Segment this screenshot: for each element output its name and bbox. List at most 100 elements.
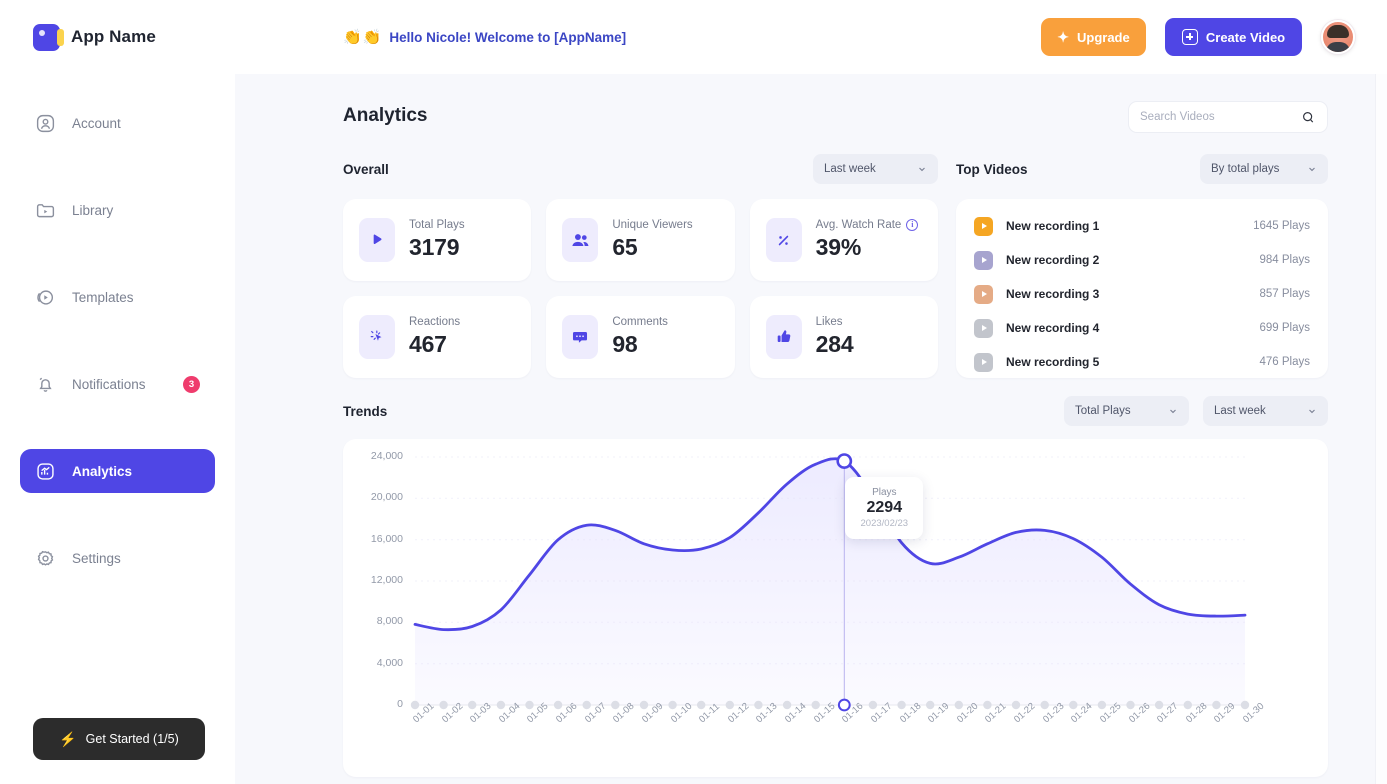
sidebar-item-label: Notifications (72, 376, 146, 392)
sidebar-item-library[interactable]: Library (20, 188, 215, 232)
users-icon (562, 218, 599, 262)
video-thumbnail-icon (974, 352, 993, 372)
stat-value: 65 (612, 234, 638, 260)
stat-card-likes[interactable]: Likes 284 (749, 296, 938, 378)
sidebar-item-templates[interactable]: Templates (20, 275, 215, 319)
account-icon (35, 113, 56, 134)
percent-icon (765, 218, 802, 262)
list-item[interactable]: New recording 1 1645 Plays (974, 209, 1310, 243)
stat-value: 98 (612, 331, 638, 357)
trends-metric-value: Total Plays (1075, 405, 1131, 417)
tooltip-value: 2294 (866, 499, 903, 517)
brand-name: App Name (71, 27, 156, 46)
main-wrap: Analytics Overall (235, 74, 1387, 784)
brand[interactable]: App Name (0, 23, 235, 51)
video-thumbnail-icon (974, 318, 993, 338)
chevron-down-icon (1168, 406, 1178, 416)
header-actions: ✦ Upgrade Create Video (1041, 18, 1387, 56)
analytics-icon (35, 461, 56, 482)
sparkle-icon: ✦ (1057, 29, 1069, 45)
stat-card-comments[interactable]: Comments 98 (546, 296, 735, 378)
stat-label: Avg. Watch Rate i (816, 219, 919, 231)
stat-card-reactions[interactable]: Reactions 467 (343, 296, 532, 378)
chevron-down-icon (1307, 406, 1317, 416)
search-box[interactable] (1128, 101, 1328, 133)
sidebar-item-label: Account (72, 115, 121, 131)
greeting: 👏👏 Hello Nicole! Welcome to [AppName] (343, 28, 626, 46)
search-input[interactable] (1140, 111, 1301, 123)
y-axis-tick: 20,000 (370, 491, 403, 504)
create-video-button[interactable]: Create Video (1165, 18, 1302, 56)
title-row: Analytics (343, 101, 1328, 154)
video-name: New recording 2 (1006, 253, 1100, 267)
y-axis-tick: 12,000 (370, 574, 403, 586)
trends-range-value: Last week (1214, 405, 1266, 417)
info-icon[interactable]: i (906, 219, 919, 231)
video-plays: 857 Plays (1259, 288, 1310, 300)
sidebar-item-label: Library (72, 202, 114, 218)
trends-metric-dropdown[interactable]: Total Plays (1064, 396, 1189, 426)
trends-title: Trends (343, 403, 388, 419)
top-videos-header: Top Videos By total plays (956, 154, 1328, 184)
get-started-label: Get Started (1/5) (85, 732, 179, 746)
y-axis-tick: 8,000 (376, 615, 403, 628)
stat-label: Unique Viewers (612, 219, 693, 231)
stat-label: Comments (612, 316, 668, 328)
library-icon (35, 200, 56, 221)
bell-icon (35, 374, 56, 395)
sidebar-item-analytics[interactable]: Analytics (20, 449, 215, 493)
right-gutter (1375, 74, 1387, 784)
stat-value: 284 (815, 331, 854, 357)
stat-label: Total Plays (409, 219, 465, 231)
list-item[interactable]: New recording 3 857 Plays (974, 277, 1310, 311)
click-icon (359, 315, 395, 359)
video-name: New recording 3 (1006, 287, 1100, 301)
upgrade-button[interactable]: ✦ Upgrade (1041, 18, 1146, 56)
stat-card-total-plays[interactable]: Total Plays 3179 (343, 199, 532, 281)
chevron-down-icon (917, 164, 927, 174)
bolt-icon: ⚡ (59, 731, 77, 747)
clapping-hands-icon: 👏👏 (343, 29, 383, 46)
chevron-down-icon (1307, 164, 1317, 174)
columns: Overall Last week Total Plays 3179 Uniqu… (343, 154, 1328, 378)
chart-tooltip: Plays 2294 2023/02/23 (845, 477, 924, 540)
stat-value: 467 (409, 331, 447, 357)
play-icon (359, 218, 395, 262)
chart-canvas (410, 453, 1250, 712)
top-videos-list: New recording 1 1645 Plays New recording… (956, 199, 1328, 378)
video-plays: 699 Plays (1259, 322, 1310, 334)
get-started-button[interactable]: ⚡ Get Started (1/5) (33, 718, 205, 760)
search-icon[interactable] (1301, 110, 1316, 125)
list-item[interactable]: New recording 2 984 Plays (974, 243, 1310, 277)
thumbs-up-icon (765, 315, 802, 359)
stat-label: Likes (815, 316, 843, 328)
video-name: New recording 5 (1006, 355, 1100, 369)
top-videos-sort-dropdown[interactable]: By total plays (1200, 154, 1328, 184)
sidebar-item-settings[interactable]: Settings (20, 536, 215, 580)
notifications-badge: 3 (183, 375, 200, 393)
stat-card-avg-watch-rate[interactable]: Avg. Watch Rate i 39% (749, 199, 938, 281)
overall-range-dropdown[interactable]: Last week (813, 154, 938, 184)
video-plays: 1645 Plays (1253, 220, 1310, 232)
video-thumbnail-icon (974, 284, 993, 304)
top-videos-section: Top Videos By total plays New recording … (956, 154, 1328, 378)
page-title: Analytics (343, 105, 428, 126)
greeting-text: Hello Nicole! Welcome to [AppName] (389, 29, 627, 45)
list-item[interactable]: New recording 4 699 Plays (974, 311, 1310, 345)
trends-range-dropdown[interactable]: Last week (1203, 396, 1328, 426)
avatar[interactable] (1321, 20, 1355, 54)
video-thumbnail-icon (974, 250, 993, 270)
tooltip-date: 2023/02/23 (860, 518, 909, 530)
body-row: Account Library Templates Notifications … (0, 74, 1387, 784)
video-name: New recording 1 (1006, 219, 1100, 233)
sidebar-item-account[interactable]: Account (20, 101, 215, 145)
y-axis-tick: 16,000 (370, 532, 403, 545)
plus-square-icon (1181, 29, 1198, 45)
sidebar-item-notifications[interactable]: Notifications 3 (20, 362, 215, 406)
top-videos-title: Top Videos (956, 161, 1028, 177)
stats-grid: Total Plays 3179 Unique Viewers 65 Avg. … (343, 199, 938, 378)
list-item[interactable]: New recording 5 476 Plays (974, 345, 1310, 379)
stat-card-unique-viewers[interactable]: Unique Viewers 65 (546, 199, 735, 281)
